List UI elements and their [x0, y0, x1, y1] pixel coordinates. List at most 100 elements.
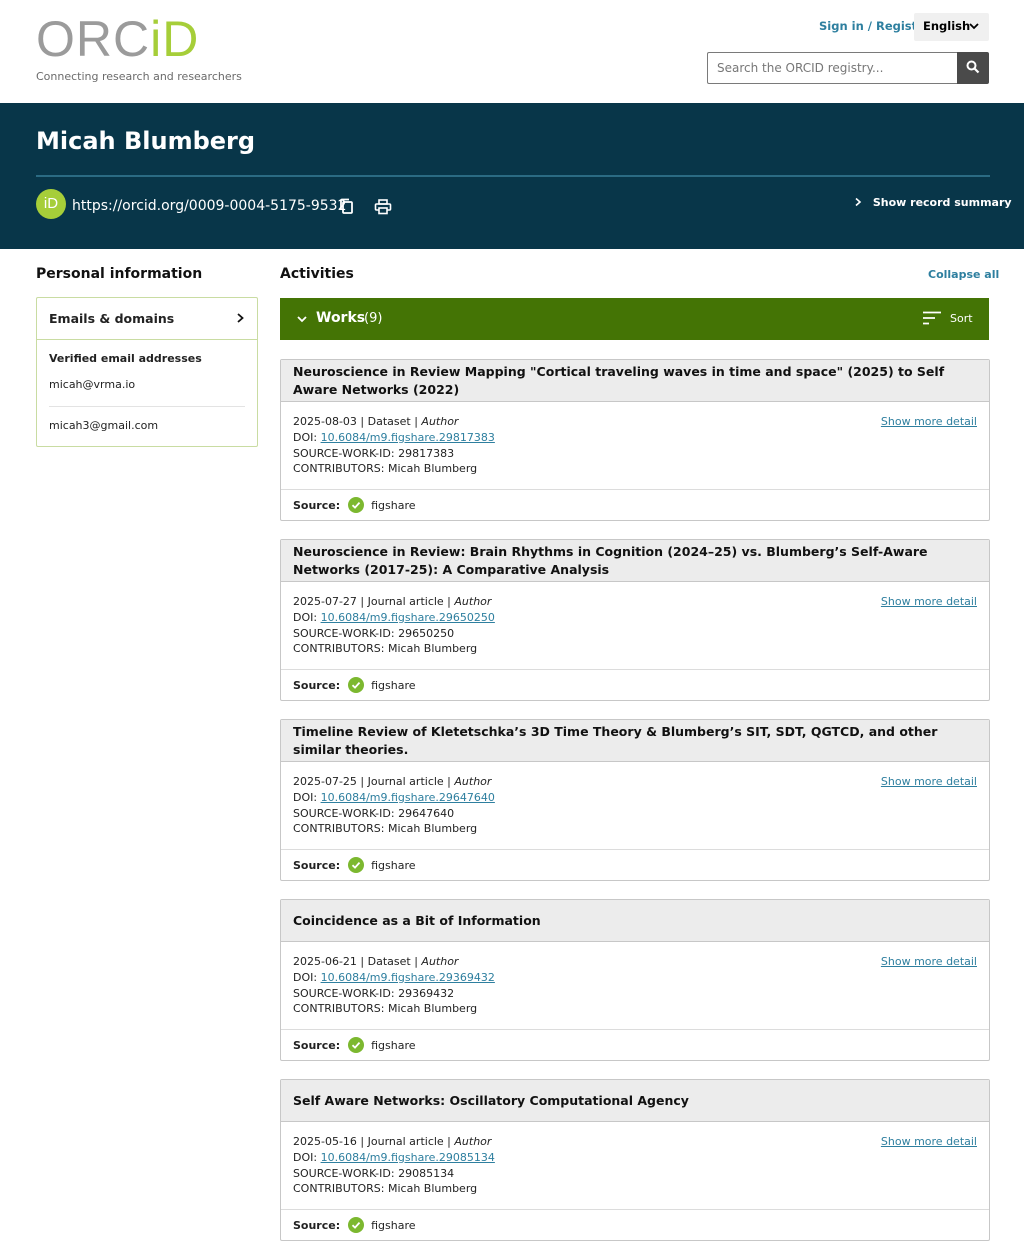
source-name: figshare [371, 498, 416, 512]
work-contributors: CONTRIBUTORS: Micah Blumberg [293, 1181, 977, 1197]
activities-heading: Activities [280, 266, 354, 282]
source-name: figshare [371, 678, 416, 692]
work-role: Author [421, 955, 459, 968]
orcid-logo[interactable]: ORCiD [36, 14, 199, 64]
doi-link[interactable]: 10.6084/m9.figshare.29369432 [321, 971, 495, 984]
email-address: micah@vrma.io [49, 378, 136, 391]
language-label: English [923, 19, 971, 33]
source-label: Source: [293, 498, 341, 512]
doi-link[interactable]: 10.6084/m9.figshare.29085134 [321, 1151, 495, 1164]
work-type: Journal article [367, 1135, 444, 1148]
search-box [707, 52, 989, 84]
work-contributors: CONTRIBUTORS: Micah Blumberg [293, 461, 977, 477]
show-more-detail-link[interactable]: Show more detail [881, 1134, 977, 1150]
works-count: (9) [364, 311, 383, 326]
contributors-value: Micah Blumberg [387, 822, 478, 836]
source-work-id-label: SOURCE-WORK-ID: [293, 626, 399, 640]
divider [36, 175, 990, 177]
emails-domains-toggle[interactable]: Emails & domains [37, 298, 257, 340]
work-doi: DOI: 10.6084/m9.figshare.29647640 [293, 790, 977, 806]
show-more-detail-link[interactable]: Show more detail [881, 414, 977, 430]
doi-link[interactable]: 10.6084/m9.figshare.29650250 [321, 611, 495, 624]
work-doi: DOI: 10.6084/m9.figshare.29817383 [293, 430, 977, 446]
doi-label: DOI: [293, 430, 321, 444]
work-item: Timeline Review of Kletetschka’s 3D Time… [280, 719, 990, 881]
work-meta: 2025-07-27 | Journal article | Author [293, 595, 492, 608]
chevron-down-icon [968, 18, 980, 37]
work-type: Journal article [367, 775, 444, 788]
source-work-id-value: 29650250 [398, 626, 455, 640]
work-type: Dataset [367, 415, 411, 428]
source-label: Source: [293, 1218, 341, 1232]
work-type: Journal article [367, 595, 444, 608]
work-details: 2025-05-16 | Journal article | Author DO… [281, 1122, 989, 1210]
source-name: figshare [371, 1038, 416, 1052]
source-label: Source: [293, 1038, 341, 1052]
sort-icon[interactable] [922, 311, 942, 328]
work-doi: DOI: 10.6084/m9.figshare.29369432 [293, 970, 977, 986]
work-source: Source: figshare [281, 490, 989, 520]
source-work-id-label: SOURCE-WORK-ID: [293, 806, 399, 820]
work-details: 2025-08-03 | Dataset | Author DOI: 10.60… [281, 402, 989, 490]
copy-icon[interactable] [338, 198, 355, 219]
doi-link[interactable]: 10.6084/m9.figshare.29817383 [321, 431, 495, 444]
work-source: Source: figshare [281, 1030, 989, 1060]
check-circle-icon [348, 1037, 365, 1053]
contributors-label: CONTRIBUTORS: [293, 1182, 388, 1196]
doi-label: DOI: [293, 970, 321, 984]
sort-button[interactable]: Sort [950, 312, 973, 325]
source-label: Source: [293, 678, 341, 692]
work-item: Neuroscience in Review Mapping "Cortical… [280, 359, 990, 521]
work-details: 2025-07-25 | Journal article | Author DO… [281, 762, 989, 850]
doi-label: DOI: [293, 790, 321, 804]
show-more-detail-link[interactable]: Show more detail [881, 954, 977, 970]
source-label: Source: [293, 858, 341, 872]
work-item: Coincidence as a Bit of Information 2025… [280, 899, 990, 1061]
work-details: 2025-07-27 | Journal article | Author DO… [281, 582, 989, 670]
work-meta: 2025-08-03 | Dataset | Author [293, 415, 459, 428]
search-icon [966, 60, 980, 77]
show-more-detail-link[interactable]: Show more detail [881, 774, 977, 790]
work-source-id: SOURCE-WORK-ID: 29085134 [293, 1166, 977, 1182]
work-date: 2025-07-25 [293, 775, 357, 788]
doi-link[interactable]: 10.6084/m9.figshare.29647640 [321, 791, 495, 804]
work-source-id: SOURCE-WORK-ID: 29647640 [293, 806, 977, 822]
work-source-id: SOURCE-WORK-ID: 29369432 [293, 986, 977, 1002]
works-section-header[interactable]: Works (9) Sort [280, 298, 989, 340]
search-button[interactable] [957, 52, 989, 84]
collapse-all-link[interactable]: Collapse all [928, 268, 999, 281]
work-source: Source: figshare [281, 670, 989, 700]
contributors-label: CONTRIBUTORS: [293, 822, 388, 836]
source-work-id-value: 29817383 [398, 446, 455, 460]
contributors-label: CONTRIBUTORS: [293, 642, 388, 656]
show-more-detail-link[interactable]: Show more detail [881, 594, 977, 610]
personal-information-heading: Personal information [36, 266, 203, 282]
print-icon[interactable] [374, 199, 392, 218]
work-meta: 2025-07-25 | Journal article | Author [293, 775, 492, 788]
source-work-id-label: SOURCE-WORK-ID: [293, 446, 399, 460]
search-input[interactable] [707, 52, 957, 84]
contributors-value: Micah Blumberg [387, 462, 478, 476]
work-item: Self Aware Networks: Oscillatory Computa… [280, 1079, 990, 1241]
check-circle-icon [348, 1217, 365, 1233]
source-work-id-label: SOURCE-WORK-ID: [293, 986, 399, 1000]
work-source-id: SOURCE-WORK-ID: 29817383 [293, 446, 977, 462]
work-date: 2025-05-16 [293, 1135, 357, 1148]
doi-label: DOI: [293, 610, 321, 624]
orcid-url[interactable]: https://orcid.org/0009-0004-5175-9532 [72, 198, 346, 214]
verified-email-label: Verified email addresses [49, 352, 202, 365]
works-title: Works [316, 310, 366, 326]
language-select[interactable]: English [914, 13, 989, 41]
show-record-summary-link[interactable]: Show record summary [853, 196, 1012, 209]
check-circle-icon [348, 677, 365, 693]
doi-label: DOI: [293, 1150, 321, 1164]
logo-text-right: iD [150, 11, 200, 67]
contributors-label: CONTRIBUTORS: [293, 462, 388, 476]
source-name: figshare [371, 858, 416, 872]
work-role: Author [454, 1135, 492, 1148]
logo-text-left: ORC [36, 11, 151, 67]
check-circle-icon [348, 857, 365, 873]
source-work-id-value: 29647640 [398, 806, 455, 820]
email-address: micah3@gmail.com [49, 419, 159, 432]
chevron-right-icon [235, 311, 245, 328]
